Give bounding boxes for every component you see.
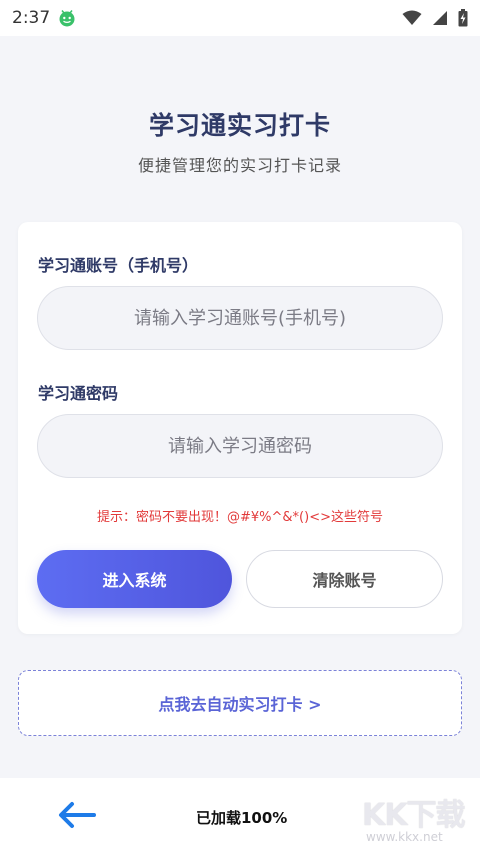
watermark-url: www.kkx.net	[366, 830, 443, 844]
account-label: 学习通账号（手机号）	[38, 256, 199, 275]
loaded-status: 已加载100%	[196, 809, 288, 827]
battery-icon	[458, 9, 468, 27]
enter-system-button[interactable]: 进入系统	[37, 550, 232, 608]
password-hint: 提示：密码不要出现！@#¥%^&*()<>这些符号	[97, 510, 383, 525]
page-subtitle: 便捷管理您的实习打卡记录	[137, 156, 342, 175]
status-bar: 2:37	[0, 0, 480, 36]
auto-checkin-link-label: 点我去自动实习打卡 >	[158, 695, 322, 714]
wifi-icon	[402, 10, 422, 25]
password-label: 学习通密码	[38, 384, 119, 403]
bottom-bar: 已加载100% KK下载 www.kkx.net	[0, 778, 480, 853]
password-input[interactable]	[37, 414, 443, 478]
watermark-logo: KK下载	[362, 798, 465, 833]
android-app-icon	[59, 10, 75, 27]
main-content: 学习通实习打卡 便捷管理您的实习打卡记录 学习通账号（手机号） 学习通密码 提示…	[0, 36, 480, 778]
clear-account-button[interactable]: 清除账号	[246, 550, 443, 608]
watermark: KK下载 www.kkx.net	[362, 790, 478, 850]
auto-checkin-link[interactable]: 点我去自动实习打卡 >	[18, 670, 462, 736]
status-icons	[402, 9, 468, 27]
page-title: 学习通实习打卡	[148, 111, 331, 140]
arrow-left-icon[interactable]	[56, 800, 98, 830]
login-card: 学习通账号（手机号） 学习通密码 提示：密码不要出现！@#¥%^&*()<>这些…	[18, 222, 462, 634]
signal-icon	[433, 11, 447, 25]
account-input[interactable]	[37, 286, 443, 350]
status-time: 2:37	[12, 8, 51, 28]
